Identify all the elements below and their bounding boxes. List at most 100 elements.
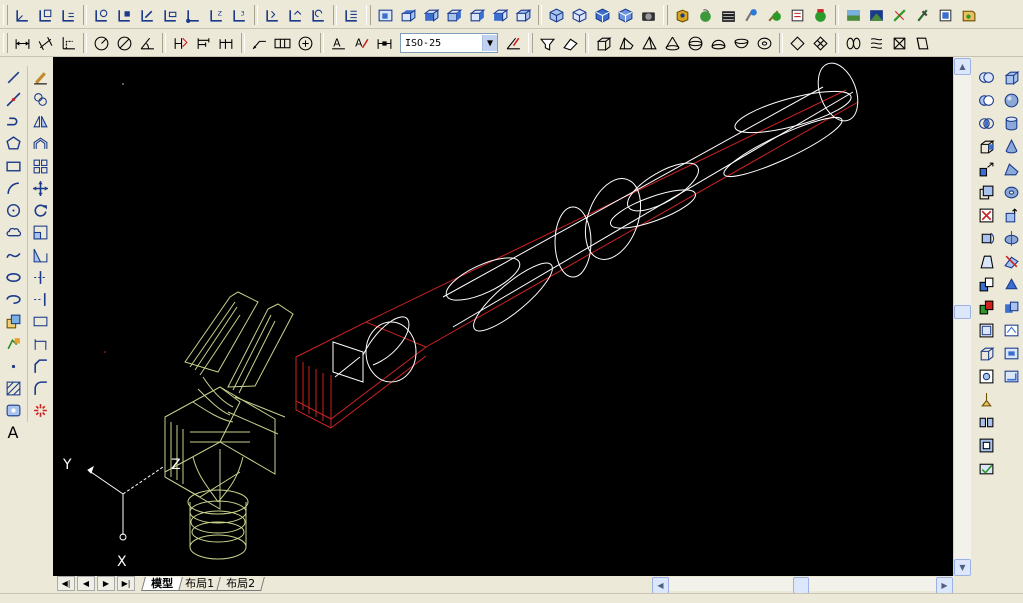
leader-icon[interactable]: [249, 33, 270, 54]
wedge-solid-icon[interactable]: [616, 33, 637, 54]
check-icon[interactable]: [976, 458, 997, 479]
angular-dimension-icon[interactable]: [137, 33, 158, 54]
erase-icon[interactable]: [30, 67, 51, 87]
left-view-icon[interactable]: [444, 5, 465, 26]
pyramid-solid-icon[interactable]: [639, 33, 660, 54]
vertical-scrollbar[interactable]: ▲ ▼: [953, 57, 971, 576]
edge-surface-icon[interactable]: [787, 33, 808, 54]
extend-icon[interactable]: [30, 290, 51, 310]
tolerance-icon[interactable]: [272, 33, 293, 54]
ucs-rotate-z-icon[interactable]: [308, 5, 329, 26]
torus-icon[interactable]: [1001, 182, 1022, 203]
fillet-icon[interactable]: [30, 379, 51, 399]
first-layout-button[interactable]: ◀|: [57, 576, 75, 591]
scenes-icon[interactable]: [741, 5, 762, 26]
slice-solid-icon[interactable]: [1001, 251, 1022, 272]
point-icon[interactable]: [3, 356, 24, 376]
cone-solid-icon[interactable]: [662, 33, 683, 54]
imprint-icon[interactable]: [976, 366, 997, 387]
intersect-icon[interactable]: [976, 113, 997, 134]
clean-icon[interactable]: [976, 389, 997, 410]
sphere-icon[interactable]: [1001, 90, 1022, 111]
union-icon[interactable]: [976, 67, 997, 88]
explode-icon[interactable]: [30, 401, 51, 421]
slice-icon[interactable]: [560, 33, 581, 54]
ne-iso-view-icon[interactable]: [592, 5, 613, 26]
previous-layout-button[interactable]: ◀: [77, 576, 95, 591]
region-icon[interactable]: [3, 401, 24, 421]
continue-dimension-icon[interactable]: [216, 33, 237, 54]
setup-view-icon[interactable]: [1001, 343, 1022, 364]
mesh-icon[interactable]: [810, 33, 831, 54]
center-mark-icon[interactable]: [295, 33, 316, 54]
shell-icon[interactable]: [976, 435, 997, 456]
ucs-rotate-x-icon[interactable]: [262, 5, 283, 26]
ordinate-dimension-icon[interactable]: [58, 33, 79, 54]
ucs-named-icon[interactable]: [35, 5, 56, 26]
tab-layout2[interactable]: 布局2: [216, 576, 265, 591]
toolbar-grip[interactable]: [366, 5, 371, 25]
rotate-icon[interactable]: [30, 201, 51, 221]
ucs-object-icon[interactable]: [114, 5, 135, 26]
revolve-icon[interactable]: [1001, 228, 1022, 249]
offset-faces-icon[interactable]: [976, 182, 997, 203]
ucs-zaxis-icon[interactable]: Z: [206, 5, 227, 26]
separate-icon[interactable]: [976, 412, 997, 433]
setup-profile-icon[interactable]: [1001, 366, 1022, 387]
ucs-icon[interactable]: [12, 5, 33, 26]
diameter-dimension-icon[interactable]: [114, 33, 135, 54]
ucs-rotate-y-icon[interactable]: [285, 5, 306, 26]
dimension-update-icon[interactable]: [374, 33, 395, 54]
scroll-down-button[interactable]: ▼: [954, 559, 971, 576]
camera-icon[interactable]: [638, 5, 659, 26]
cone-icon[interactable]: [1001, 136, 1022, 157]
dimension-text-edit-icon[interactable]: A: [351, 33, 372, 54]
tabulated-surface-icon[interactable]: [866, 33, 887, 54]
break-icon[interactable]: [30, 312, 51, 332]
render-icon[interactable]: [718, 5, 739, 26]
dimension-edit-icon[interactable]: A: [328, 33, 349, 54]
landscape-icon[interactable]: [866, 5, 887, 26]
delete-faces-icon[interactable]: [976, 205, 997, 226]
scroll-up-button[interactable]: ▲: [954, 58, 971, 75]
ucs-previous-icon[interactable]: [58, 5, 79, 26]
aligned-dimension-icon[interactable]: [35, 33, 56, 54]
insert-block-icon[interactable]: [3, 312, 24, 332]
wedge-icon[interactable]: [1001, 159, 1022, 180]
ucs-3point-icon[interactable]: 3: [229, 5, 250, 26]
linear-dimension-icon[interactable]: [12, 33, 33, 54]
move-icon[interactable]: [30, 178, 51, 198]
make-block-icon[interactable]: [3, 334, 24, 354]
box-solid-icon[interactable]: [593, 33, 614, 54]
top-view-icon[interactable]: [398, 5, 419, 26]
horizontal-scrollbar[interactable]: ◀ ▶: [652, 577, 953, 594]
ucs-apply-icon[interactable]: [341, 5, 362, 26]
horizontal-scroll-thumb[interactable]: [793, 577, 809, 594]
background-icon[interactable]: [843, 5, 864, 26]
torus-solid-icon[interactable]: [754, 33, 775, 54]
toolbar-grip[interactable]: [663, 5, 668, 25]
front-view-icon[interactable]: [490, 5, 511, 26]
materials-icon[interactable]: [787, 5, 808, 26]
back-view-icon[interactable]: [513, 5, 534, 26]
chamfer-icon[interactable]: [30, 356, 51, 376]
polyline-icon[interactable]: [3, 111, 24, 131]
drawing-canvas[interactable]: Y Z X: [53, 57, 953, 576]
revision-cloud-icon[interactable]: [3, 223, 24, 243]
extrude-icon[interactable]: [1001, 205, 1022, 226]
fog-icon[interactable]: [889, 5, 910, 26]
stretch-icon[interactable]: [30, 245, 51, 265]
array-icon[interactable]: [30, 156, 51, 176]
ucs-face-icon[interactable]: [137, 5, 158, 26]
section-icon[interactable]: [537, 33, 558, 54]
circle-icon[interactable]: [3, 200, 24, 220]
scale-icon[interactable]: [30, 223, 51, 243]
nw-iso-view-icon[interactable]: [615, 5, 636, 26]
arc-icon[interactable]: [3, 178, 24, 198]
render-preferences-icon[interactable]: [958, 5, 979, 26]
line-icon[interactable]: [3, 67, 24, 87]
color-faces-icon[interactable]: [976, 297, 997, 318]
ucs-view-icon[interactable]: [160, 5, 181, 26]
toolbar-grip[interactable]: [3, 33, 8, 53]
subtract-icon[interactable]: [976, 90, 997, 111]
